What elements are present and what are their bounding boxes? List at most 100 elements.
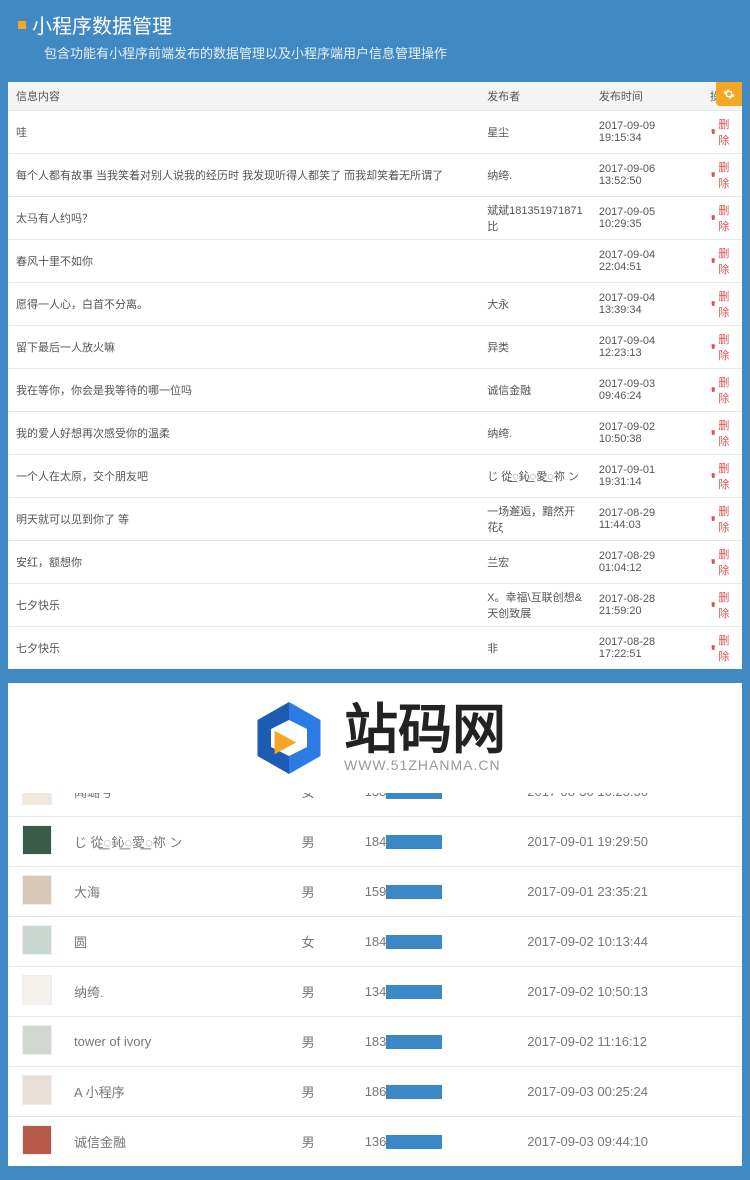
- cell-nickname: 纳绔.: [68, 967, 288, 1017]
- cell-avatar: [8, 917, 68, 967]
- cell-author: 大永: [479, 282, 591, 325]
- cell-time: 2017-08-29 11:44:03: [591, 497, 702, 540]
- cell-action: 删除: [702, 153, 742, 196]
- settings-button[interactable]: [716, 82, 742, 106]
- avatar: [22, 825, 52, 855]
- cell-time: 2017-08-29 01:04:12: [591, 540, 702, 583]
- cell-avatar: [8, 1017, 68, 1067]
- avatar: [22, 975, 52, 1005]
- cell-time: 2017-09-01 19:31:14: [591, 454, 702, 497]
- cell-author: 星尘: [479, 110, 591, 153]
- cell-time: 2017-09-03 00:25:24: [513, 1067, 742, 1117]
- cell-time: 2017-09-01 19:29:50: [513, 817, 742, 867]
- cell-phone: 186: [351, 1067, 514, 1117]
- avatar: [22, 925, 52, 955]
- watermark-text-cn: 站码网: [344, 703, 506, 757]
- cell-phone: 159: [351, 867, 514, 917]
- table-row: A 小程序 男 186 2017-09-03 00:25:24: [8, 1067, 742, 1117]
- delete-button[interactable]: 删除: [710, 116, 734, 148]
- trash-icon: [710, 170, 716, 179]
- table-row: 诚信金融 男 136 2017-09-03 09:44:10: [8, 1117, 742, 1167]
- watermark-text-en: WWW.51ZHANMA.CN: [344, 757, 506, 773]
- table-row: 我的爱人好想再次感受你的温柔 纳绔. 2017-09-02 10:50:38 删…: [8, 411, 742, 454]
- cell-avatar: [8, 1117, 68, 1167]
- cell-time: 2017-08-28 21:59:20: [591, 583, 702, 626]
- cell-action: 删除: [702, 626, 742, 669]
- delete-button[interactable]: 删除: [710, 460, 734, 492]
- table-row: 纳绔. 男 134 2017-09-02 10:50:13: [8, 967, 742, 1017]
- delete-button[interactable]: 删除: [710, 159, 734, 191]
- delete-button[interactable]: 删除: [710, 546, 734, 578]
- watermark-overlay: 站码网 WWW.51ZHANMA.CN: [8, 683, 742, 793]
- cell-gender: 男: [288, 1017, 351, 1067]
- cell-author: 斌斌181351971871比: [479, 196, 591, 239]
- cell-content: 我的爱人好想再次感受你的温柔: [8, 411, 479, 454]
- header-bullet: [18, 21, 26, 29]
- watermark-logo: [244, 693, 334, 783]
- cell-time: 2017-09-04 12:23:13: [591, 325, 702, 368]
- phone-mask: [386, 1085, 442, 1099]
- delete-label: 删除: [718, 116, 734, 148]
- delete-button[interactable]: 删除: [710, 589, 734, 621]
- cell-time: 2017-09-03 09:46:24: [591, 368, 702, 411]
- cell-time: 2017-09-09 19:15:34: [591, 110, 702, 153]
- delete-label: 删除: [718, 417, 734, 449]
- cell-time: 2017-09-02 11:16:12: [513, 1017, 742, 1067]
- table-row: 七夕快乐 非 2017-08-28 17:22:51 删除: [8, 626, 742, 669]
- cell-action: 删除: [702, 368, 742, 411]
- delete-button[interactable]: 删除: [710, 245, 734, 277]
- cell-phone: 134: [351, 967, 514, 1017]
- table-row: 愿得一人心，白首不分离。 大永 2017-09-04 13:39:34 删除: [8, 282, 742, 325]
- phone-mask: [386, 985, 442, 999]
- table-row: 太马有人约吗？ 斌斌181351971871比 2017-09-05 10:29…: [8, 196, 742, 239]
- trash-icon: [710, 256, 716, 265]
- avatar: [22, 875, 52, 905]
- cell-content: 七夕快乐: [8, 626, 479, 669]
- cell-content: 一个人在太原，交个朋友吧: [8, 454, 479, 497]
- page-subtitle: 包含功能有小程序前端发布的数据管理以及小程序端用户信息管理操作: [44, 43, 732, 62]
- cell-nickname: 大海: [68, 867, 288, 917]
- table-row: 圆 女 184 2017-09-02 10:13:44: [8, 917, 742, 967]
- phone-mask: [386, 1035, 442, 1049]
- table-row: 大海 男 159 2017-09-01 23:35:21: [8, 867, 742, 917]
- cell-time: 2017-09-06 13:52:50: [591, 153, 702, 196]
- delete-button[interactable]: 删除: [710, 503, 734, 535]
- cell-content: 我在等你，你会是我等待的哪一位吗: [8, 368, 479, 411]
- table-row: tower of ivory 男 183 2017-09-02 11:16:12: [8, 1017, 742, 1067]
- delete-button[interactable]: 删除: [710, 202, 734, 234]
- cell-author: 非: [479, 626, 591, 669]
- cell-phone: 184: [351, 917, 514, 967]
- delete-button[interactable]: 删除: [710, 288, 734, 320]
- cell-author: じ 從꯭鈊꯭愛꯭祢 ン: [479, 454, 591, 497]
- cell-content: 哇: [8, 110, 479, 153]
- delete-button[interactable]: 删除: [710, 374, 734, 406]
- trash-icon: [710, 600, 716, 609]
- users-panel: 站码网 WWW.51ZHANMA.CN 头像 一场邂逅，黯然开花ξ 女 186 …: [8, 683, 742, 1167]
- trash-icon: [710, 385, 716, 394]
- cell-author: 异类: [479, 325, 591, 368]
- delete-label: 删除: [718, 288, 734, 320]
- col-time: 发布时间: [591, 82, 702, 110]
- delete-label: 删除: [718, 546, 734, 578]
- posts-panel: 信息内容 发布者 发布时间 操作 哇 星尘 2017-09-09 19:15:3…: [8, 82, 742, 669]
- delete-label: 删除: [718, 460, 734, 492]
- posts-header-row: 信息内容 发布者 发布时间 操作: [8, 82, 742, 110]
- cell-author: 纳绔.: [479, 153, 591, 196]
- delete-button[interactable]: 删除: [710, 331, 734, 363]
- cell-nickname: 诚信金融: [68, 1117, 288, 1167]
- page-header: 小程序数据管理 包含功能有小程序前端发布的数据管理以及小程序端用户信息管理操作: [0, 0, 750, 76]
- avatar: [22, 1075, 52, 1105]
- phone-mask: [386, 885, 442, 899]
- cell-time: 2017-08-28 17:22:51: [591, 626, 702, 669]
- delete-button[interactable]: 删除: [710, 417, 734, 449]
- page-title: 小程序数据管理: [32, 10, 172, 39]
- cell-time: 2017-09-05 10:29:35: [591, 196, 702, 239]
- cell-gender: 男: [288, 817, 351, 867]
- cell-author: X。幸福\互联创想&天创致展: [479, 583, 591, 626]
- cell-time: 2017-09-02 10:13:44: [513, 917, 742, 967]
- cell-avatar: [8, 1067, 68, 1117]
- delete-label: 删除: [718, 159, 734, 191]
- table-row: 每个人都有故事 当我笑着对别人说我的经历时 我发现听得人都笑了 而我却笑着无所谓…: [8, 153, 742, 196]
- delete-label: 删除: [718, 503, 734, 535]
- delete-button[interactable]: 删除: [710, 632, 734, 664]
